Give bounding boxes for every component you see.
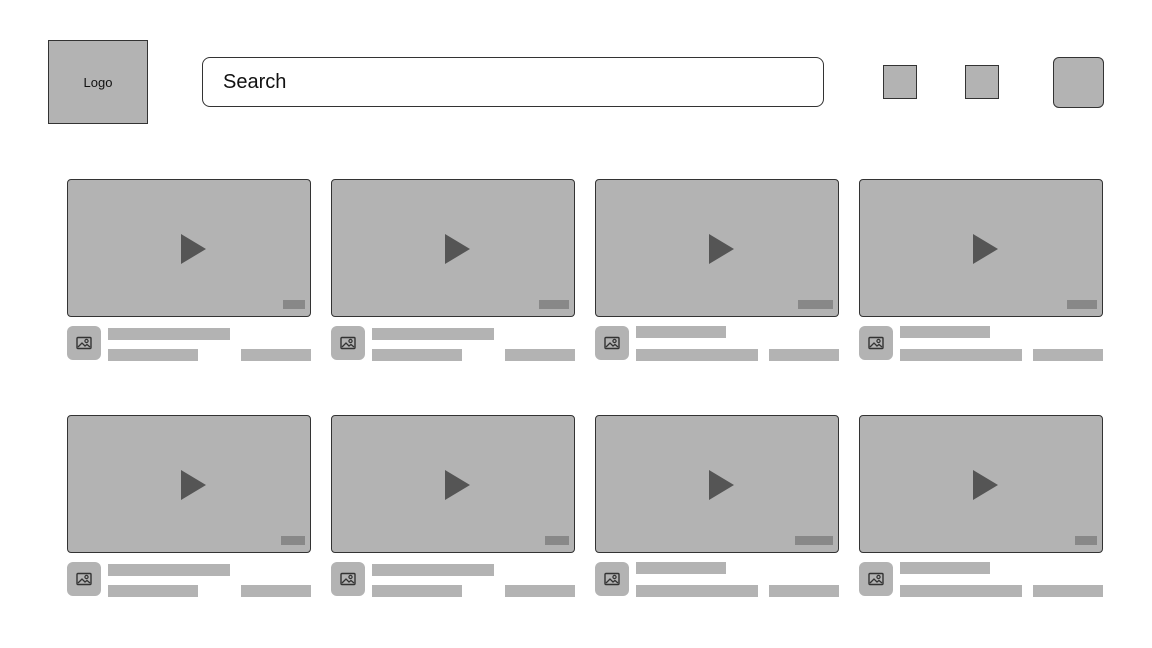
duration-badge [281,536,305,545]
video-meta-placeholder [1033,585,1103,597]
video-title-placeholder [900,326,990,338]
image-icon[interactable] [331,562,365,596]
image-icon[interactable] [859,562,893,596]
logo[interactable]: Logo [48,40,148,124]
video-meta-placeholder [769,349,839,361]
duration-badge [798,300,833,309]
channel-name-placeholder [900,349,1022,361]
video-thumbnail[interactable] [859,415,1103,553]
video-meta-placeholder [241,585,311,597]
video-meta-placeholder [769,585,839,597]
video-card[interactable] [595,179,839,364]
image-icon[interactable] [595,562,629,596]
video-title-placeholder [108,564,230,576]
video-card[interactable] [67,415,311,600]
channel-name-placeholder [108,585,198,597]
channel-name-placeholder [372,585,462,597]
play-icon [445,470,470,500]
duration-badge [283,300,305,309]
video-thumbnail[interactable] [331,415,575,553]
profile-avatar[interactable] [1053,57,1104,108]
header-button-1[interactable] [883,65,917,99]
video-title-placeholder [636,562,726,574]
search-input[interactable]: Search [202,57,824,107]
image-icon[interactable] [67,562,101,596]
duration-badge [795,536,833,545]
video-meta-placeholder [505,349,575,361]
play-icon [445,234,470,264]
image-icon[interactable] [595,326,629,360]
video-thumbnail[interactable] [331,179,575,317]
video-meta-placeholder [241,349,311,361]
play-icon [973,234,998,264]
video-thumbnail[interactable] [595,179,839,317]
header-button-2[interactable] [965,65,999,99]
duration-badge [545,536,569,545]
video-title-placeholder [372,328,494,340]
video-title-placeholder [900,562,990,574]
play-icon [181,470,206,500]
video-card[interactable] [67,179,311,364]
video-title-placeholder [372,564,494,576]
duration-badge [1067,300,1097,309]
video-meta-placeholder [1033,349,1103,361]
logo-label: Logo [83,74,113,90]
channel-name-placeholder [108,349,198,361]
video-card[interactable] [859,179,1103,364]
search-placeholder: Search [223,70,287,93]
duration-badge [539,300,569,309]
channel-name-placeholder [900,585,1022,597]
duration-badge [1075,536,1097,545]
image-icon[interactable] [331,326,365,360]
play-icon [709,470,734,500]
channel-name-placeholder [372,349,462,361]
play-icon [181,234,206,264]
play-icon [973,470,998,500]
video-thumbnail[interactable] [67,415,311,553]
image-icon[interactable] [67,326,101,360]
video-thumbnail[interactable] [595,415,839,553]
video-title-placeholder [108,328,230,340]
video-title-placeholder [636,326,726,338]
image-icon[interactable] [859,326,893,360]
video-card[interactable] [331,415,575,600]
video-card[interactable] [859,415,1103,600]
channel-name-placeholder [636,349,758,361]
video-thumbnail[interactable] [67,179,311,317]
video-card[interactable] [331,179,575,364]
video-meta-placeholder [505,585,575,597]
video-thumbnail[interactable] [859,179,1103,317]
play-icon [709,234,734,264]
channel-name-placeholder [636,585,758,597]
video-card[interactable] [595,415,839,600]
